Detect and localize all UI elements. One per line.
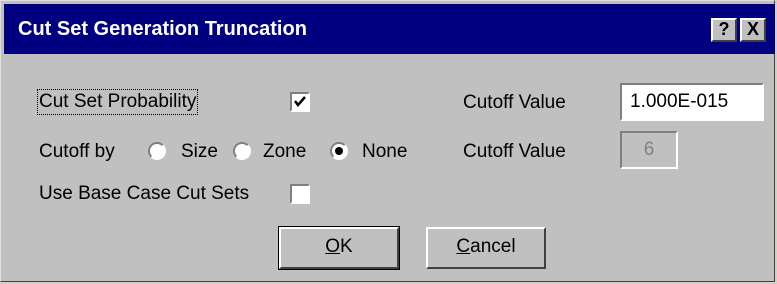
cancel-accel: C <box>456 236 471 257</box>
radio-zone[interactable] <box>233 142 251 160</box>
radio-size[interactable] <box>148 142 166 160</box>
close-button[interactable]: X <box>740 18 766 42</box>
ok-button[interactable]: OK <box>278 226 400 270</box>
cutoff-size-input[interactable]: 6 <box>620 131 678 169</box>
use-base-case-label: Use Base Case Cut Sets <box>39 183 250 204</box>
cancel-button[interactable]: Cancel <box>426 227 546 269</box>
radio-selected-dot <box>335 147 343 155</box>
cutoff-by-label: Cutoff by <box>39 141 115 162</box>
radio-zone-label[interactable]: Zone <box>263 141 306 163</box>
use-base-case-checkbox[interactable] <box>290 184 310 204</box>
dialog-title: Cut Set Generation Truncation <box>18 18 307 40</box>
cutoff-value-label-1: Cutoff Value <box>463 92 566 113</box>
help-button[interactable]: ? <box>711 18 737 42</box>
ok-accel: O <box>325 236 341 257</box>
dialog-window: Cut Set Generation Truncation ? X Cut Se… <box>0 0 775 282</box>
cutoff-value-label-2: Cutoff Value <box>463 141 566 162</box>
radio-none-label[interactable]: None <box>362 141 407 163</box>
cut-set-probability-checkbox[interactable] <box>290 92 310 112</box>
cancel-label: ancel <box>470 236 516 257</box>
radio-none[interactable] <box>330 142 348 160</box>
radio-size-label[interactable]: Size <box>181 141 218 163</box>
checkmark-icon <box>294 96 306 107</box>
ok-label: K <box>340 236 353 257</box>
cut-set-probability-label[interactable]: Cut Set Probability <box>36 89 199 115</box>
title-bar[interactable]: Cut Set Generation Truncation ? X <box>4 4 775 54</box>
cutoff-value-input[interactable]: 1.000E-015 <box>620 83 764 121</box>
